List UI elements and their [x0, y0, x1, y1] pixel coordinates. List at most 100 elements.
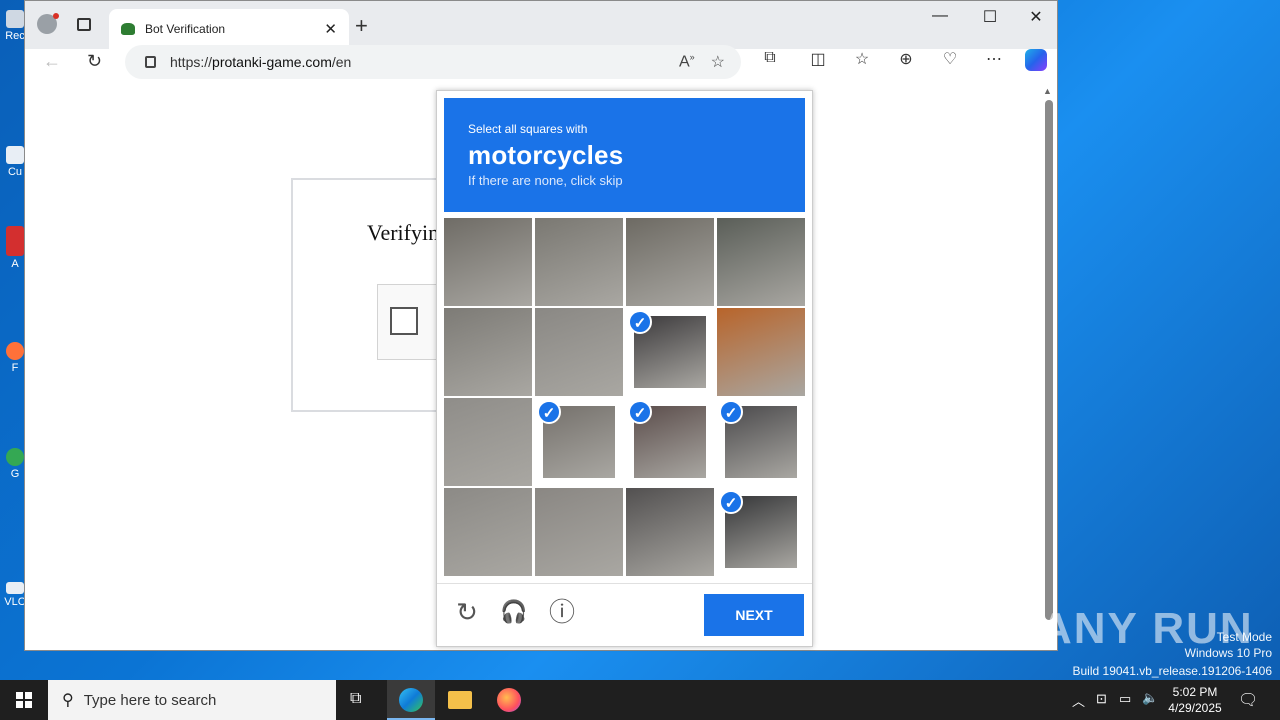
browser-window: Bot Verification ✕ + — ☐ ✕ ← ↻ https://p…: [24, 0, 1058, 651]
volume-icon[interactable]: 🔈: [1142, 690, 1158, 706]
url-text[interactable]: https://protanki-game.com/en: [170, 54, 679, 70]
verification-card: Verifyin: [291, 178, 457, 412]
taskbar-search[interactable]: ⚲ Type here to search: [48, 680, 336, 720]
vlc-icon: [6, 582, 24, 594]
search-icon: ⚲: [62, 692, 74, 709]
captcha-tile-image: [444, 308, 532, 396]
close-window-button[interactable]: ✕: [1013, 7, 1059, 27]
selected-check-icon: ✓: [628, 310, 652, 334]
captcha-tile[interactable]: [717, 308, 805, 396]
captcha-tile[interactable]: [626, 218, 714, 306]
captcha-tile[interactable]: ✓: [717, 398, 805, 486]
captcha-tile[interactable]: [717, 218, 805, 306]
captcha-tile[interactable]: ✓: [626, 308, 714, 396]
firefox-desktop-icon: [6, 342, 24, 360]
edge-icon: [399, 688, 423, 712]
tab-close-icon[interactable]: ✕: [324, 20, 337, 38]
browser-toolbar: ← ↻ https://protanki-game.com/en A» ☆ ⧉ …: [25, 45, 1057, 79]
taskbar-firefox[interactable]: [485, 680, 533, 720]
start-button[interactable]: [0, 680, 48, 720]
captcha-tile[interactable]: [535, 488, 623, 576]
task-view-icon: ⧉: [350, 690, 362, 707]
captcha-tile[interactable]: ✓: [535, 398, 623, 486]
captcha-tile[interactable]: ✓: [626, 398, 714, 486]
windows-logo-icon: [16, 692, 32, 708]
more-icon[interactable]: ⋯: [982, 49, 1006, 69]
chrome-desktop-icon: [6, 448, 24, 466]
captcha-tile-image: [535, 488, 623, 576]
captcha-tile[interactable]: [444, 398, 532, 486]
tray-device-icon[interactable]: ⊡: [1096, 691, 1107, 707]
captcha-tile-image: [535, 308, 623, 396]
captcha-tile-image: [444, 398, 532, 486]
favorite-star-icon[interactable]: ☆: [711, 52, 725, 72]
captcha-image-grid: ✓ ✓ ✓ ✓ ✓: [444, 218, 805, 578]
desktop-icon-label: VLC: [4, 596, 26, 608]
taskbar-file-explorer[interactable]: [436, 680, 484, 720]
taskbar: ⚲ Type here to search ⧉ ︿ ⊡ ▭ 🔈 5:02 PM …: [0, 680, 1280, 720]
info-icon[interactable]: ⓘ: [548, 598, 576, 626]
selected-check-icon: ✓: [719, 490, 743, 514]
reload-icon[interactable]: ↻: [453, 598, 481, 626]
read-aloud-icon[interactable]: A»: [679, 52, 695, 71]
next-button[interactable]: NEXT: [704, 594, 804, 636]
favorites-icon[interactable]: ☆: [850, 49, 874, 69]
desktop-icon-recycle[interactable]: Rec: [4, 10, 26, 42]
tab-actions-icon[interactable]: [77, 18, 91, 31]
captcha-tile[interactable]: [444, 488, 532, 576]
captcha-tile[interactable]: [626, 488, 714, 576]
verify-title: Verifyin: [367, 220, 440, 245]
taskbar-edge[interactable]: [387, 680, 435, 720]
captcha-tile[interactable]: [444, 308, 532, 396]
address-bar[interactable]: https://protanki-game.com/en A» ☆: [125, 45, 741, 79]
lock-icon[interactable]: [145, 56, 156, 68]
notification-dot: [53, 13, 59, 19]
refresh-button[interactable]: ↻: [87, 51, 102, 72]
tray-chevron-icon[interactable]: ︿: [1072, 691, 1085, 710]
captcha-tile[interactable]: ✓: [717, 488, 805, 576]
desktop-icon-6[interactable]: VLC: [4, 582, 26, 608]
new-tab-button[interactable]: +: [355, 13, 368, 39]
desktop-icon-2[interactable]: Cu: [4, 146, 26, 178]
tab-bot-verification[interactable]: Bot Verification ✕: [109, 9, 349, 49]
extensions-icon[interactable]: ⧉: [758, 49, 782, 67]
url-prefix: https://: [170, 54, 213, 70]
back-button[interactable]: ←: [43, 51, 61, 72]
captcha-tile[interactable]: [535, 218, 623, 306]
desktop-icon-label: F: [11, 362, 19, 374]
captcha-challenge: Select all squares with motorcycles If t…: [436, 90, 813, 647]
taskbar-clock[interactable]: 5:02 PM 4/29/2025: [1162, 684, 1228, 716]
desktop-icon-label: A: [11, 258, 19, 270]
maximize-button[interactable]: ☐: [967, 7, 1013, 27]
desktop-icon-3[interactable]: A: [4, 226, 26, 270]
captcha-tile-image: [535, 218, 623, 306]
scroll-up-icon[interactable]: ▲: [1043, 86, 1052, 96]
desktop-icon-5[interactable]: G: [4, 448, 26, 480]
url-path: /en: [331, 54, 352, 70]
desktop-icon-4[interactable]: F: [4, 342, 26, 374]
audio-headphones-icon[interactable]: 🎧: [500, 598, 528, 626]
page-scrollbar[interactable]: ▲: [1043, 86, 1053, 636]
selected-check-icon: ✓: [628, 400, 652, 424]
selected-check-icon: ✓: [537, 400, 561, 424]
notification-center-icon[interactable]: 🗨: [1238, 690, 1258, 710]
network-icon[interactable]: ▭: [1119, 691, 1131, 707]
task-view-button[interactable]: ⧉: [336, 680, 384, 720]
tab-bar: Bot Verification ✕ + — ☐ ✕: [25, 1, 1057, 49]
captcha-instruction: Select all squares with: [468, 122, 588, 136]
captcha-tile[interactable]: [444, 218, 532, 306]
recycle-bin-icon: [6, 10, 24, 28]
windows-edition-text: Windows 10 Pro: [1184, 646, 1272, 660]
split-screen-icon[interactable]: ◫: [806, 49, 830, 69]
copilot-icon[interactable]: [1025, 49, 1047, 71]
desktop-icon-label: Rec: [5, 30, 25, 42]
browser-essentials-icon[interactable]: ♡: [938, 49, 962, 69]
tab-title: Bot Verification: [145, 22, 226, 36]
captcha-tile-image: [717, 308, 805, 396]
collections-icon[interactable]: ⊕: [894, 49, 918, 69]
captcha-tile[interactable]: [535, 308, 623, 396]
captcha-header: Select all squares with motorcycles If t…: [444, 98, 805, 212]
minimize-button[interactable]: —: [917, 7, 963, 25]
captcha-checkbox[interactable]: [390, 307, 418, 335]
scroll-thumb[interactable]: [1045, 100, 1053, 620]
